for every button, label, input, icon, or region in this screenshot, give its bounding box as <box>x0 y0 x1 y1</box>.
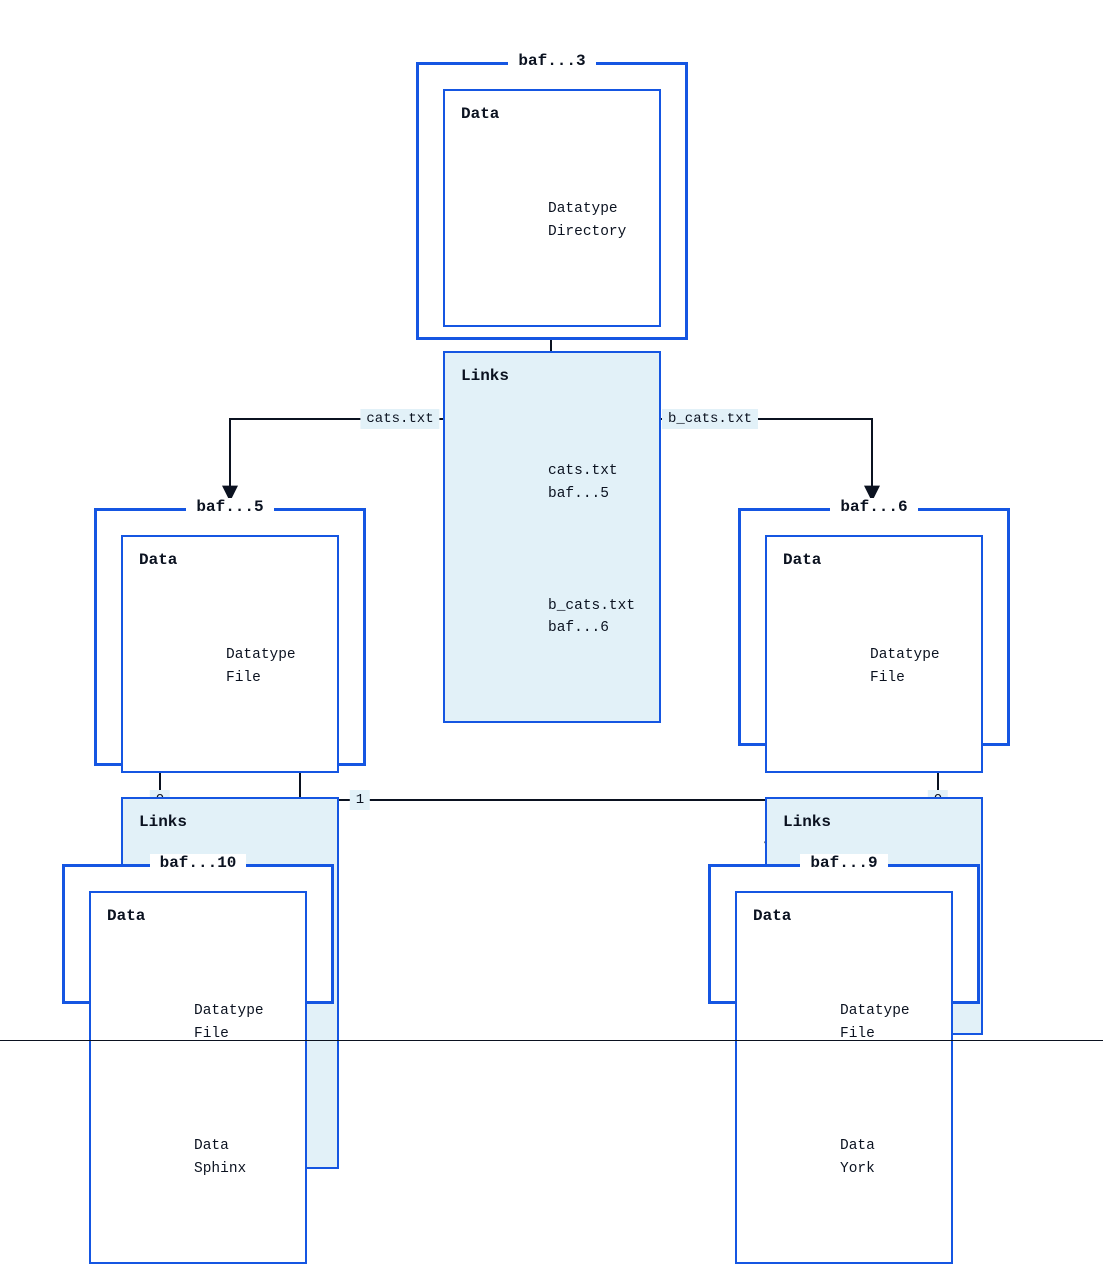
diagram-canvas: cats.txt b_cats.txt 0 1 0 baf...3 Data D… <box>0 0 1103 1069</box>
node-title: baf...9 <box>800 854 887 872</box>
link-name: cats.txt <box>548 460 648 482</box>
datatype-value: File <box>226 667 261 689</box>
node-data-section: Data Datatype Directory <box>443 89 661 327</box>
data-label: Data <box>840 1135 940 1157</box>
node-title: baf...3 <box>508 52 595 70</box>
datatype-label: Datatype <box>548 198 648 220</box>
datatype-value: File <box>840 1023 875 1045</box>
node-baf6: baf...6 Data Datatype File Links 0 baf..… <box>738 508 1010 746</box>
edge-label-bcats: b_cats.txt <box>662 409 758 429</box>
section-heading-links: Links <box>139 813 321 831</box>
datatype-label: Datatype <box>870 644 970 666</box>
datatype-label: Datatype <box>840 1000 940 1022</box>
link-name: b_cats.txt <box>548 595 648 617</box>
node-data-section: Data Datatype File <box>121 535 339 773</box>
datatype-value: File <box>870 667 905 689</box>
data-label: Data <box>194 1135 294 1157</box>
link-target: baf...5 <box>548 483 609 505</box>
footer-rule <box>0 1040 1103 1041</box>
section-heading-data: Data <box>461 105 643 123</box>
node-title: baf...5 <box>186 498 273 516</box>
node-title: baf...10 <box>150 854 247 872</box>
node-title: baf...6 <box>830 498 917 516</box>
data-value: Sphinx <box>194 1158 246 1180</box>
link-target: baf...6 <box>548 617 609 639</box>
node-data-section: Data Datatype File <box>765 535 983 773</box>
node-links-section: Links cats.txt baf...5 b_cats.txt baf...… <box>443 351 661 724</box>
section-heading-data: Data <box>139 551 321 569</box>
datatype-label: Datatype <box>194 1000 294 1022</box>
section-heading-links: Links <box>783 813 965 831</box>
datatype-value: File <box>194 1023 229 1045</box>
node-baf10: baf...10 Data Datatype File Data Sphinx <box>62 864 334 1004</box>
data-value: York <box>840 1158 875 1180</box>
node-baf9: baf...9 Data Datatype File Data York <box>708 864 980 1004</box>
datatype-label: Datatype <box>226 644 326 666</box>
edge-label-5-1: 1 <box>350 790 370 810</box>
section-heading-data: Data <box>107 907 289 925</box>
node-baf3: baf...3 Data Datatype Directory Links ca… <box>416 62 688 340</box>
section-heading-links: Links <box>461 367 643 385</box>
section-heading-data: Data <box>783 551 965 569</box>
node-baf5: baf...5 Data Datatype File Links 0 baf..… <box>94 508 366 766</box>
datatype-value: Directory <box>548 221 626 243</box>
node-data-section: Data Datatype File Data York <box>735 891 953 1264</box>
section-heading-data: Data <box>753 907 935 925</box>
node-data-section: Data Datatype File Data Sphinx <box>89 891 307 1264</box>
edge-label-cats: cats.txt <box>360 409 439 429</box>
